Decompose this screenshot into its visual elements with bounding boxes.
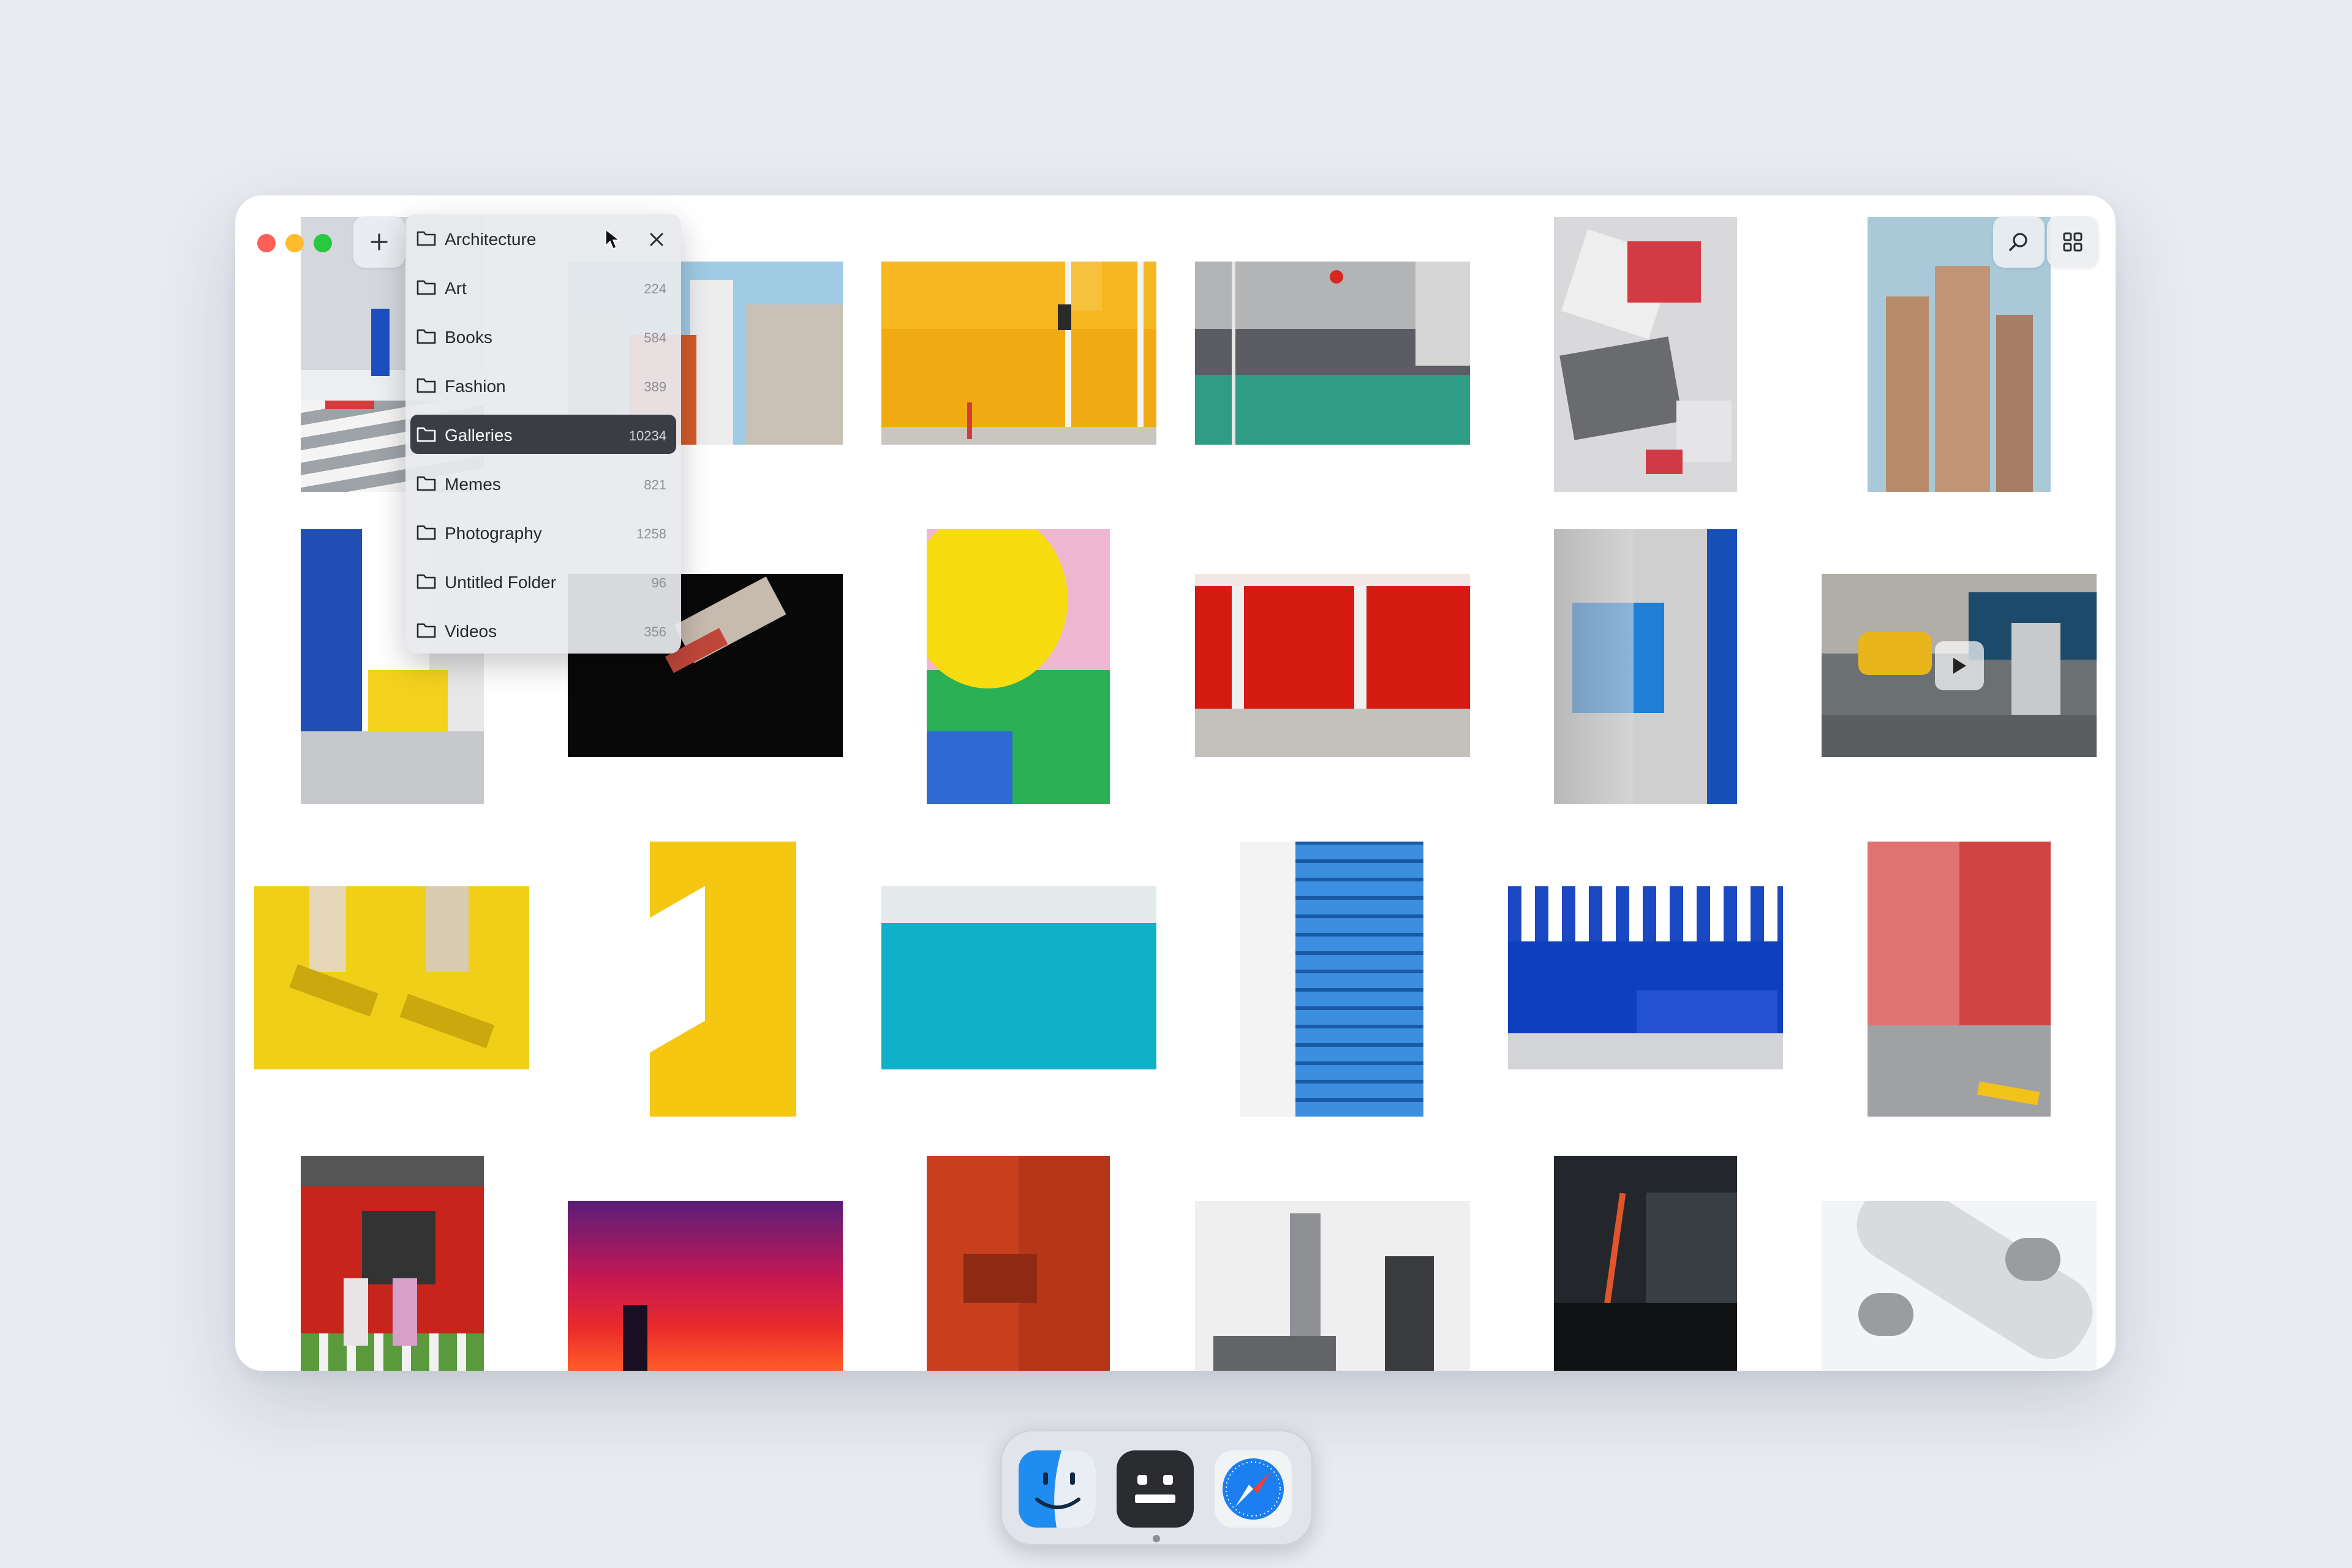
compass-icon bbox=[1223, 1458, 1284, 1520]
gallery-image[interactable] bbox=[1822, 1201, 2097, 1371]
folder-item-untitled-folder[interactable]: Untitled Folder 96 bbox=[410, 562, 676, 601]
folder-item-count: 224 bbox=[644, 281, 666, 296]
folder-item-fashion[interactable]: Fashion 389 bbox=[410, 366, 676, 405]
gallery-video[interactable] bbox=[1822, 574, 2097, 757]
folder-item-count: 584 bbox=[644, 330, 666, 345]
folder-icon bbox=[417, 378, 436, 393]
folder-icon bbox=[417, 525, 436, 540]
robot-dock-icon[interactable] bbox=[1117, 1450, 1194, 1528]
folder-icon bbox=[417, 231, 436, 246]
gallery-image[interactable] bbox=[254, 886, 529, 1069]
folder-icon bbox=[417, 574, 436, 589]
folder-dropdown-title: Architecture bbox=[445, 230, 537, 249]
running-indicator bbox=[1153, 1535, 1160, 1542]
folder-dropdown-header[interactable]: Architecture bbox=[410, 219, 676, 259]
close-dropdown-button[interactable] bbox=[646, 228, 668, 251]
search-button[interactable] bbox=[1993, 216, 2045, 268]
folder-item-label: Books bbox=[445, 328, 492, 347]
gallery-image[interactable] bbox=[927, 1156, 1110, 1371]
gallery-image[interactable] bbox=[881, 262, 1156, 445]
folder-item-count: 1258 bbox=[636, 526, 666, 541]
minimize-window-button[interactable] bbox=[285, 234, 304, 252]
add-button[interactable] bbox=[353, 216, 405, 268]
gallery-image[interactable] bbox=[881, 886, 1156, 1069]
gallery-image[interactable] bbox=[1554, 1156, 1737, 1371]
close-window-button[interactable] bbox=[257, 234, 276, 252]
maximize-window-button[interactable] bbox=[314, 234, 332, 252]
folder-item-photography[interactable]: Photography 1258 bbox=[410, 513, 676, 552]
cursor-icon bbox=[605, 228, 621, 249]
robot-icon bbox=[1135, 1475, 1175, 1503]
gallery-image[interactable] bbox=[568, 1201, 843, 1371]
gallery-image[interactable] bbox=[1508, 886, 1783, 1069]
folder-dropdown: Architecture Art 224 Books 584 Fashion 3… bbox=[405, 214, 681, 654]
plus-icon bbox=[371, 233, 388, 251]
finder-icon bbox=[1019, 1450, 1096, 1528]
folder-item-count: 96 bbox=[651, 575, 666, 590]
search-icon bbox=[2009, 233, 2027, 251]
gallery-image[interactable] bbox=[927, 529, 1110, 804]
folder-item-label: Galleries bbox=[445, 426, 513, 445]
dock bbox=[1000, 1430, 1313, 1546]
gallery-image[interactable] bbox=[1868, 842, 2051, 1117]
folder-item-label: Photography bbox=[445, 524, 542, 543]
close-icon bbox=[650, 233, 663, 246]
folder-item-memes[interactable]: Memes 821 bbox=[410, 464, 676, 503]
folder-item-count: 356 bbox=[644, 624, 666, 639]
folder-icon bbox=[417, 329, 436, 344]
folder-item-art[interactable]: Art 224 bbox=[410, 268, 676, 307]
safari-dock-icon[interactable] bbox=[1215, 1450, 1292, 1528]
folder-icon bbox=[417, 280, 436, 295]
grid-icon bbox=[2063, 232, 2082, 252]
folder-item-label: Art bbox=[445, 279, 467, 298]
gallery-image[interactable] bbox=[613, 842, 796, 1117]
gallery-image[interactable] bbox=[1195, 1201, 1470, 1371]
folder-item-count: 389 bbox=[644, 379, 666, 394]
gallery-image[interactable] bbox=[1240, 842, 1423, 1117]
gallery-image[interactable] bbox=[1195, 574, 1470, 757]
folder-item-videos[interactable]: Videos 356 bbox=[410, 611, 676, 650]
folder-item-label: Memes bbox=[445, 475, 501, 494]
play-button[interactable] bbox=[1935, 641, 1984, 690]
gallery-image[interactable] bbox=[1554, 529, 1737, 804]
folder-item-label: Untitled Folder bbox=[445, 573, 557, 592]
folder-item-label: Videos bbox=[445, 622, 497, 641]
folder-icon bbox=[417, 427, 436, 442]
folder-item-label: Fashion bbox=[445, 377, 506, 396]
gallery-image[interactable] bbox=[301, 1156, 484, 1371]
folder-icon bbox=[417, 623, 436, 638]
grid-view-button[interactable] bbox=[2047, 216, 2098, 268]
play-icon bbox=[1953, 658, 1966, 674]
folder-icon bbox=[417, 476, 436, 491]
folder-item-books[interactable]: Books 584 bbox=[410, 317, 676, 356]
finder-dock-icon[interactable] bbox=[1019, 1450, 1096, 1528]
gallery-image[interactable] bbox=[1554, 217, 1737, 492]
folder-item-galleries[interactable]: Galleries 10234 bbox=[410, 415, 676, 454]
folder-item-count: 10234 bbox=[628, 428, 666, 443]
folder-item-count: 821 bbox=[644, 477, 666, 492]
main-window: Architecture Art 224 Books 584 Fashion 3… bbox=[235, 195, 2116, 1371]
gallery-image[interactable] bbox=[1195, 262, 1470, 445]
